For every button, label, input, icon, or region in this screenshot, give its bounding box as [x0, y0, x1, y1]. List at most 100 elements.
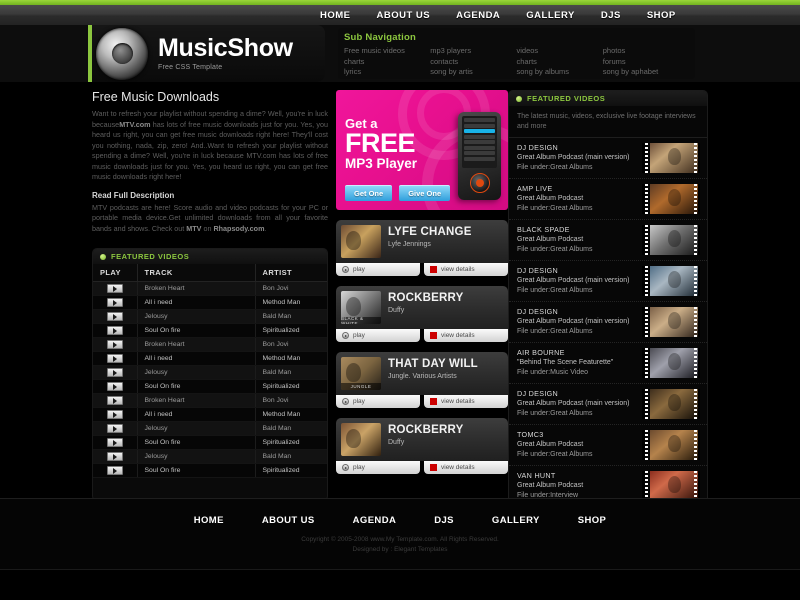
track-play-cell[interactable] — [93, 281, 138, 296]
video-details-button[interactable]: view details — [424, 395, 508, 408]
video-play-button[interactable]: play — [336, 329, 420, 342]
track-play-cell[interactable] — [93, 295, 138, 310]
list-item[interactable]: TOMC3 Great Album Podcast File under:Great… — [509, 425, 707, 466]
footer-nav-agenda[interactable]: AGENDA — [353, 515, 397, 526]
filmstrip-thumbnail[interactable] — [642, 471, 700, 501]
footer-nav-about-us[interactable]: ABOUT US — [262, 515, 315, 526]
table-row[interactable]: All i need Method Man — [93, 407, 327, 422]
table-row[interactable]: Broken Heart Bon Jovi — [93, 337, 327, 352]
subnav-link-charts-2[interactable]: charts — [517, 57, 603, 68]
subnav-link-forums[interactable]: forums — [603, 57, 689, 68]
table-row[interactable]: Jelousy Bald Man — [93, 309, 327, 324]
nav-item-about-us[interactable]: ABOUT US — [377, 10, 431, 21]
track-play-cell[interactable] — [93, 435, 138, 450]
table-row[interactable]: Jelousy Bald Man — [93, 365, 327, 380]
list-item[interactable]: AIR BOURNE "Behind The Scene Featurette" F… — [509, 343, 707, 384]
table-row[interactable]: Soul On fire Spiritualized — [93, 463, 327, 478]
filmstrip-thumbnail[interactable] — [642, 430, 700, 460]
nav-item-gallery[interactable]: GALLERY — [526, 10, 575, 21]
play-icon[interactable] — [107, 354, 123, 363]
play-icon[interactable] — [107, 466, 123, 475]
give-one-button[interactable]: Give One — [399, 185, 451, 201]
footer-nav-gallery[interactable]: GALLERY — [492, 515, 540, 526]
play-icon[interactable] — [107, 284, 123, 293]
table-row[interactable]: Soul On fire Spiritualized — [93, 379, 327, 394]
subnav-link-song-by-aphabet[interactable]: song by aphabet — [603, 67, 689, 78]
nav-item-djs[interactable]: DJS — [601, 10, 621, 21]
footer-nav-home[interactable]: HOME — [194, 515, 224, 526]
video-details-button[interactable]: view details — [424, 329, 508, 342]
play-icon[interactable] — [107, 382, 123, 391]
table-row[interactable]: Broken Heart Bon Jovi — [93, 281, 327, 296]
video-details-button[interactable]: view details — [424, 263, 508, 276]
subnav-link-song-by-albums[interactable]: song by albums — [517, 67, 603, 78]
subnav-link-charts[interactable]: charts — [344, 57, 430, 68]
footer-nav-shop[interactable]: SHOP — [578, 515, 607, 526]
list-item[interactable]: DJ DESIGN Great Album Podcast (main versi… — [509, 302, 707, 343]
play-icon[interactable] — [107, 326, 123, 335]
video-play-button[interactable]: play — [336, 461, 420, 474]
track-play-cell[interactable] — [93, 379, 138, 394]
footer-nav-djs[interactable]: DJS — [434, 515, 454, 526]
play-icon[interactable] — [107, 410, 123, 419]
video-card[interactable]: BLACK & WHITE ROCKBERRY Duffy play view deta… — [336, 286, 508, 342]
table-row[interactable]: Broken Heart Bon Jovi — [93, 393, 327, 408]
play-icon[interactable] — [107, 438, 123, 447]
nav-item-home[interactable]: HOME — [320, 10, 351, 21]
table-row[interactable]: Soul On fire Spiritualized — [93, 323, 327, 338]
track-play-cell[interactable] — [93, 421, 138, 436]
subnav-link-free-music-videos[interactable]: Free music videos — [344, 46, 430, 57]
track-play-cell[interactable] — [93, 393, 138, 408]
video-card[interactable]: LYFE CHANGE Lyfe Jennings play view details — [336, 220, 508, 276]
track-play-cell[interactable] — [93, 407, 138, 422]
intro-link-rhapsody[interactable]: Rhapsody.com — [213, 224, 264, 233]
video-play-button[interactable]: play — [336, 395, 420, 408]
play-icon[interactable] — [107, 340, 123, 349]
subnav-link-lyrics[interactable]: lyrics — [344, 67, 430, 78]
nav-item-agenda[interactable]: AGENDA — [456, 10, 500, 21]
subnav-link-contacts[interactable]: contacts — [430, 57, 516, 68]
video-card[interactable]: ROCKBERRY Duffy play view details — [336, 418, 508, 474]
nav-item-shop[interactable]: SHOP — [647, 10, 676, 21]
filmstrip-thumbnail[interactable] — [642, 389, 700, 419]
video-card[interactable]: JUNGLE THAT DAY WILL Jungle. Various Artis… — [336, 352, 508, 408]
play-icon[interactable] — [107, 298, 123, 307]
subnav-link-videos[interactable]: videos — [517, 46, 603, 57]
filmstrip-thumbnail[interactable] — [642, 348, 700, 378]
table-row[interactable]: All i need Method Man — [93, 351, 327, 366]
track-play-cell[interactable] — [93, 365, 138, 380]
list-item[interactable]: DJ DESIGN Great Album Podcast (main versi… — [509, 384, 707, 425]
play-icon[interactable] — [107, 368, 123, 377]
filmstrip-thumbnail[interactable] — [642, 266, 700, 296]
intro-link-mtv-2[interactable]: MTV — [186, 224, 201, 233]
table-row[interactable]: Soul On fire Spiritualized — [93, 435, 327, 450]
table-row[interactable]: Jelousy Bald Man — [93, 449, 327, 464]
filmstrip-thumbnail[interactable] — [642, 184, 700, 214]
filmstrip-thumbnail[interactable] — [642, 143, 700, 173]
play-icon[interactable] — [107, 424, 123, 433]
subnav-link-song-by-artis[interactable]: song by artis — [430, 67, 516, 78]
list-item[interactable]: AMP LIVE Great Album Podcast File under:Gr… — [509, 179, 707, 220]
list-item[interactable]: DJ DESIGN Great Album Podcast (main versi… — [509, 138, 707, 179]
table-row[interactable]: All i need Method Man — [93, 295, 327, 310]
get-one-button[interactable]: Get One — [345, 185, 393, 201]
track-play-cell[interactable] — [93, 309, 138, 324]
play-icon[interactable] — [107, 396, 123, 405]
table-row[interactable]: Jelousy Bald Man — [93, 421, 327, 436]
track-play-cell[interactable] — [93, 449, 138, 464]
list-item[interactable]: DJ DESIGN Great Album Podcast (main versi… — [509, 261, 707, 302]
promo-banner[interactable]: Get a FREE MP3 Player Get One Give One — [336, 90, 508, 210]
video-details-button[interactable]: view details — [424, 461, 508, 474]
track-play-cell[interactable] — [93, 337, 138, 352]
play-icon[interactable] — [107, 312, 123, 321]
filmstrip-thumbnail[interactable] — [642, 307, 700, 337]
list-item[interactable]: BLACK SPADE Great Album Podcast File under… — [509, 220, 707, 261]
logo-block[interactable]: MusicShow Free CSS Template — [92, 25, 325, 82]
video-play-button[interactable]: play — [336, 263, 420, 276]
track-play-cell[interactable] — [93, 323, 138, 338]
subnav-link-photos[interactable]: photos — [603, 46, 689, 57]
track-play-cell[interactable] — [93, 351, 138, 366]
filmstrip-thumbnail[interactable] — [642, 225, 700, 255]
play-icon[interactable] — [107, 452, 123, 461]
intro-link-mtv[interactable]: MTV.com — [119, 120, 150, 129]
